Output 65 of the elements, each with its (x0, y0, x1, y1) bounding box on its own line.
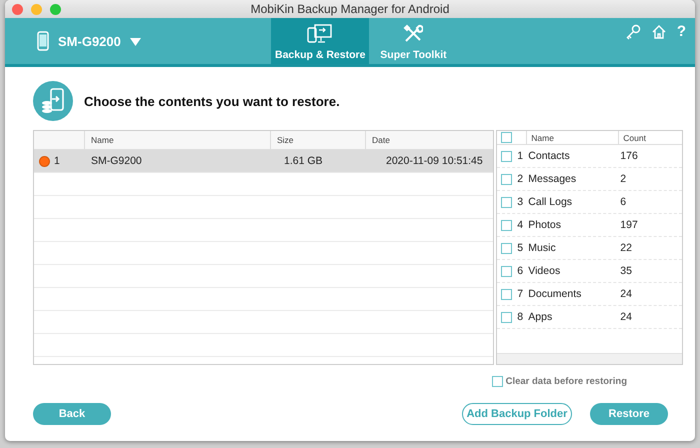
checkbox-label: Clear data before restoring (506, 376, 627, 387)
column-header[interactable]: Size (270, 131, 365, 149)
device-selector[interactable]: SM-G9200 (5, 18, 235, 64)
checkbox[interactable] (501, 220, 512, 230)
table-cell-text: 24 (619, 288, 632, 300)
table-cell-text: 22 (619, 242, 632, 254)
devices-transfer-icon (307, 24, 334, 44)
table-cell-text: 1.61 GB (283, 155, 324, 167)
backup-row[interactable]: 1 SM-G9200 1.61 GB 2020-11-09 10:51:45 (34, 150, 494, 173)
action-button[interactable]: Restore (590, 403, 668, 425)
row-number: 2 (517, 173, 524, 185)
table-cell-text: 2020-11-09 10:51:45 (385, 155, 483, 167)
caret-icon (130, 36, 141, 46)
row-number: 4 (517, 219, 524, 231)
table-cell-text: Messages (527, 173, 578, 185)
nav-tab[interactable]: Backup & Restore (271, 18, 370, 64)
zoom-window-button[interactable] (50, 4, 61, 15)
table-cell-text: 24 (619, 311, 632, 323)
row-number: 5 (517, 242, 524, 254)
row-number: 7 (517, 288, 524, 300)
table-cell-text: 2 (619, 173, 626, 185)
key-icon[interactable] (624, 24, 641, 40)
checkbox[interactable] (492, 376, 503, 387)
checkbox[interactable] (501, 174, 512, 184)
table-cell-text: 197 (619, 219, 638, 231)
phone-restore-icon (33, 81, 73, 121)
table-cell-text: 35 (619, 265, 632, 277)
help-button[interactable]: ? (676, 23, 686, 40)
phone-icon (37, 31, 49, 51)
row-number: 6 (517, 265, 524, 277)
radio-button[interactable] (39, 156, 50, 166)
home-icon[interactable] (650, 24, 667, 40)
table-cell-text: Photos (527, 219, 562, 231)
close-window-button[interactable] (12, 4, 23, 15)
select-all-checkbox[interactable] (501, 132, 512, 143)
table-cell-text: Videos (527, 265, 562, 277)
checkbox[interactable] (501, 312, 512, 322)
table-cell-text: 6 (619, 196, 626, 208)
checkbox[interactable] (501, 288, 512, 300)
tools-icon (403, 24, 424, 44)
table-cell-text: Documents (527, 288, 582, 300)
checkbox[interactable] (501, 242, 512, 254)
row-number: 1 (517, 150, 524, 162)
row-number: 3 (517, 196, 524, 208)
nav-tab[interactable]: Super Toolkit (369, 18, 458, 64)
row-number: 8 (517, 311, 524, 323)
column-header[interactable]: Date (365, 131, 390, 149)
action-button[interactable]: Back (33, 403, 111, 425)
table-cell-text: Call Logs (527, 196, 574, 208)
column-header[interactable]: Count (618, 131, 646, 144)
window-title: MobiKin Backup Manager for Android (250, 2, 450, 16)
action-button[interactable]: Add Backup Folder (462, 403, 572, 425)
table-cell-text: Apps (527, 311, 554, 323)
checkbox[interactable] (501, 196, 512, 208)
table-cell-text: 176 (619, 150, 638, 162)
table-cell-text: Contacts (527, 150, 571, 162)
column-header[interactable]: Name (526, 131, 618, 144)
row-number: 1 (54, 155, 60, 167)
checkbox[interactable] (501, 150, 512, 162)
checkbox[interactable] (501, 266, 512, 276)
minimize-window-button[interactable] (31, 4, 42, 15)
table-cell-text: Music (527, 242, 557, 254)
table-cell-text: SM-G9200 (90, 155, 143, 167)
column-header[interactable]: Name (84, 131, 270, 149)
heading: Choose the contents you want to restore. (84, 94, 340, 108)
